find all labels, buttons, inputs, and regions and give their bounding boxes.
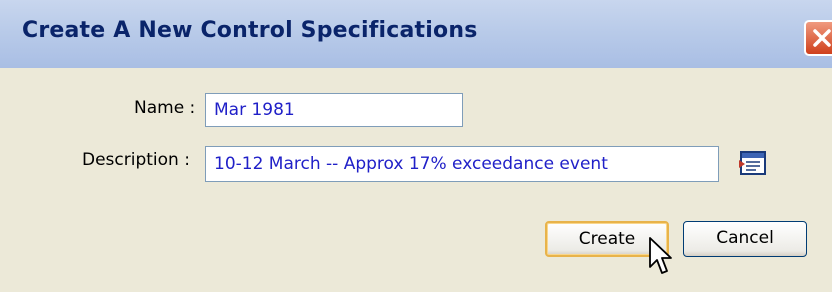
mouse-pointer-icon bbox=[649, 237, 672, 274]
name-label: Name : bbox=[134, 98, 196, 118]
title-bar[interactable]: Create A New Control Specifications bbox=[0, 0, 832, 68]
text-editor-icon bbox=[739, 151, 766, 175]
description-label: Description : bbox=[82, 150, 190, 170]
edit-description-button[interactable] bbox=[738, 148, 768, 178]
close-button[interactable] bbox=[804, 20, 832, 56]
name-input[interactable] bbox=[205, 93, 463, 127]
description-input[interactable] bbox=[205, 146, 719, 182]
cancel-button[interactable]: Cancel bbox=[683, 221, 807, 257]
dialog-title: Create A New Control Specifications bbox=[22, 18, 478, 43]
create-control-spec-dialog: Create A New Control Specifications Name… bbox=[0, 0, 832, 292]
close-icon bbox=[813, 29, 831, 47]
